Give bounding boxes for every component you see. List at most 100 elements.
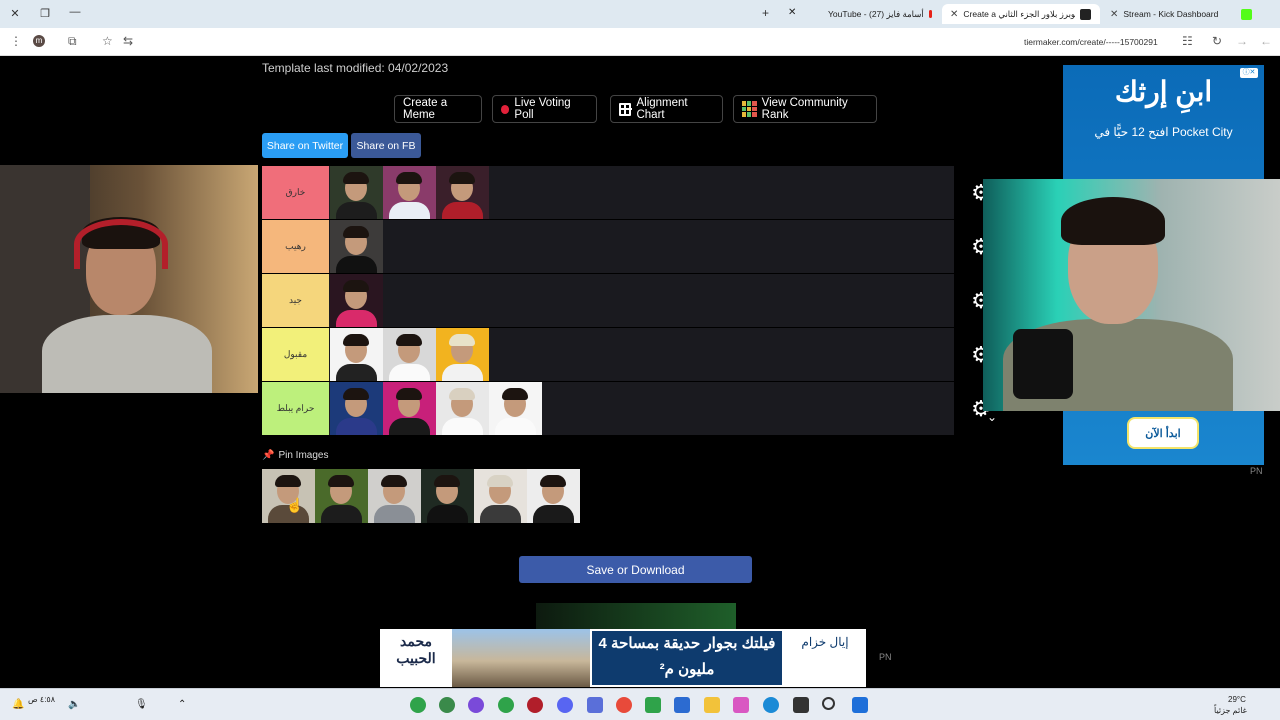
copilot-icon[interactable] [733,697,749,713]
close-tab-icon[interactable]: ✕ [1110,9,1118,20]
pool-image[interactable] [421,469,474,523]
pool-image[interactable] [262,469,315,523]
tier-image[interactable] [330,328,383,381]
close-tab-icon[interactable]: ✕ [950,9,958,20]
tier-row: حرام يبلط ⚙ ⌄ [262,382,1008,436]
button-label: Create a Meme [403,97,448,121]
tier-image[interactable] [383,382,436,435]
profile-avatar[interactable]: m [33,35,45,47]
chrome-profile-icon[interactable] [410,697,426,713]
url-field[interactable]: tiermaker.com/create/-----15700291 [1024,37,1158,47]
ad-banner-bottom[interactable]: محمد الحبيب فيلتك بجوار حديقة بمساحة 4 م… [380,629,866,687]
xbox-icon[interactable] [645,697,661,713]
volume-icon[interactable]: 🔈 [68,699,80,710]
reload-icon[interactable]: ↻ [1212,34,1222,48]
clock[interactable]: ٤:٥٨ ص [28,695,55,704]
pin-icon: 📌 [262,450,275,461]
search-icon[interactable] [822,697,835,710]
button-label: View Community Rank [761,97,848,121]
create-meme-button[interactable]: Create a Meme [394,95,482,123]
tier-label[interactable]: رهيب [262,220,329,273]
tiermaker-icon [1080,8,1092,20]
tier-image[interactable] [436,328,489,381]
youtube-icon [928,10,932,18]
tier-items [330,166,489,219]
tier-items [330,274,383,327]
bookmark-star-icon[interactable]: ☆ [102,34,113,48]
discord-icon[interactable] [557,697,573,713]
tier-label[interactable]: حرام يبلط [262,382,329,435]
browser-tab-bar: ✕ ❐ — + ✕ YouTube - أسامة فايز (27) ✕ Cr… [0,0,1280,28]
forward-icon[interactable]: → [1236,34,1248,48]
tier-image[interactable] [383,166,436,219]
back-icon[interactable]: ← [1260,34,1272,48]
tier-row: مقبول ⚙ [262,328,1008,382]
chrome-profile-icon[interactable] [439,697,455,713]
close-tab-icon[interactable]: ✕ [788,7,796,18]
pool-image[interactable] [315,469,368,523]
save-or-download-button[interactable]: Save or Download [519,556,752,583]
tab-tiermaker[interactable]: ✕ Create a تير ليست يوتيوبرز بلاور الجزء… [942,4,1100,24]
tier-image[interactable] [330,220,383,273]
page-content: Template last modified: 04/02/2023 Creat… [0,57,1280,687]
tier-image[interactable] [436,166,489,219]
close-window-icon[interactable]: ✕ [0,7,30,20]
unranked-images [262,469,580,523]
tier-row: جيد ⚙ [262,274,1008,328]
minimize-window-icon[interactable]: — [60,6,90,18]
pool-image[interactable] [474,469,527,523]
pool-image[interactable] [527,469,580,523]
tab-kick[interactable]: ✕ Stream - Kick Dashboard [1102,4,1272,24]
view-community-rank-button[interactable]: View Community Rank [733,95,877,123]
live-voting-poll-button[interactable]: Live Voting Poll [492,95,597,123]
ad-house-image [452,629,590,687]
app-icon[interactable] [587,697,603,713]
ad-cta-button[interactable]: ابدأ الآن [1127,417,1199,449]
new-tab-icon[interactable]: + [762,6,769,20]
windows-start-icon[interactable] [852,697,868,713]
store-icon[interactable] [674,697,690,713]
tier-image[interactable] [436,382,489,435]
tab-youtube[interactable]: YouTube - أسامة فايز (27) [820,4,940,24]
tab-label: Stream - Kick Dashboard [1123,9,1219,19]
share-fb-button[interactable]: Share on FB [351,133,421,158]
pin-images-toggle[interactable]: 📌 Pin Images [262,450,328,461]
tier-image[interactable] [330,382,383,435]
ad-label: PN [879,652,892,662]
mic-icon[interactable]: 🎙 [135,699,148,710]
grid-icon [619,102,633,116]
tier-image[interactable] [489,382,542,435]
tier-label[interactable]: خارق [262,166,329,219]
chrome-profile-icon[interactable] [468,697,484,713]
restore-window-icon[interactable]: ❐ [30,7,60,20]
site-settings-icon[interactable]: ☷ [1182,34,1193,48]
tier-label[interactable]: جيد [262,274,329,327]
button-label: Share on FB [356,139,416,152]
tier-image[interactable] [330,166,383,219]
edge-icon[interactable] [763,697,779,713]
tier-image[interactable] [330,274,383,327]
tier-image[interactable] [383,328,436,381]
rank-grid-icon [742,101,757,117]
tier-items [330,328,489,381]
tier-row: رهيب ⚙ [262,220,1008,274]
ad-headline: فيلتك بجوار حديقة بمساحة 4 مليون م² [592,631,782,685]
share-twitter-button[interactable]: Share on Twitter [262,133,348,158]
alignment-chart-button[interactable]: Alignment Chart [610,95,723,123]
notification-icon[interactable]: 🔔 [12,699,24,710]
pool-image[interactable] [368,469,421,523]
task-view-icon[interactable] [793,697,809,713]
extensions-icon[interactable]: ⧉ [68,34,77,49]
chevron-up-icon[interactable]: ⌃ [178,699,186,710]
address-bar: ⋮ m ⧉ ☆ ⇆ tiermaker.com/create/-----1570… [0,28,1280,56]
tier-label[interactable]: مقبول [262,328,329,381]
chrome-icon[interactable] [616,697,632,713]
chevron-down-icon[interactable]: ⌄ [987,410,997,424]
obs-icon[interactable] [527,697,543,713]
button-label: Share on Twitter [266,139,344,152]
translate-icon[interactable]: ⇆ [123,34,133,48]
chrome-profile-icon[interactable] [498,697,514,713]
file-explorer-icon[interactable] [704,697,720,713]
tab-label: Create a تير ليست يوتيوبرز بلاور الجزء ا… [963,8,1076,19]
menu-dots-icon[interactable]: ⋮ [10,34,22,48]
